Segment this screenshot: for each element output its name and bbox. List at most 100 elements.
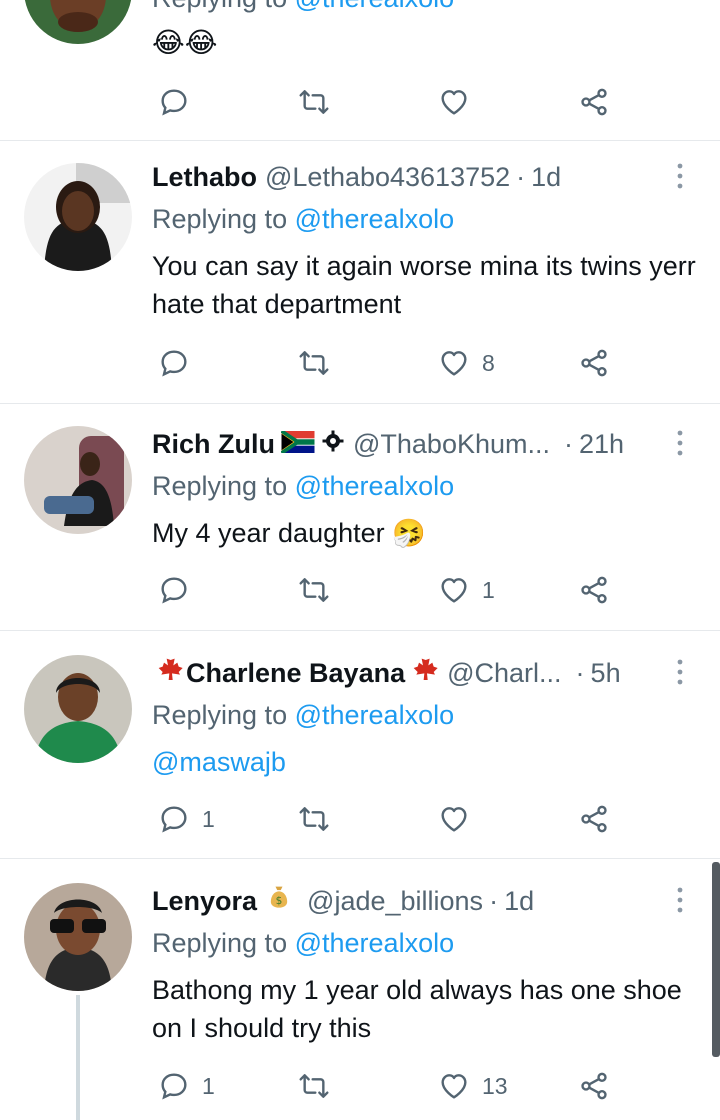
reply-button[interactable] bbox=[158, 82, 190, 122]
tweet-actions: 1 13 bbox=[152, 1066, 622, 1106]
avatar[interactable] bbox=[24, 655, 132, 763]
share-button[interactable] bbox=[578, 1066, 610, 1106]
retweet-icon bbox=[299, 807, 329, 831]
share-icon bbox=[581, 1072, 607, 1100]
like-button[interactable] bbox=[438, 82, 470, 122]
share-button[interactable] bbox=[578, 570, 610, 610]
display-name[interactable]: Lenyora bbox=[152, 881, 257, 921]
heart-icon bbox=[441, 1074, 467, 1099]
tweet-actions bbox=[152, 82, 622, 122]
tweet-text-mention[interactable]: @maswajb bbox=[152, 743, 696, 781]
user-handle[interactable]: @ThaboKhum... bbox=[353, 424, 550, 464]
user-handle[interactable]: @jade_billions bbox=[307, 881, 483, 921]
user-handle[interactable]: @Lethabo43613752 bbox=[265, 157, 510, 197]
tweet-header: Charlene Bayana @Charl... · 5h bbox=[152, 653, 660, 693]
scrollbar-thumb[interactable] bbox=[712, 862, 720, 1057]
avatar[interactable] bbox=[24, 0, 132, 44]
share-icon bbox=[581, 88, 607, 116]
like-button[interactable]: 13 bbox=[438, 1066, 508, 1106]
share-icon bbox=[581, 805, 607, 833]
reply-icon bbox=[161, 806, 187, 833]
user-handle[interactable]: @Charl... bbox=[447, 653, 561, 693]
reply-context: Replying to @therealxolo bbox=[152, 0, 454, 18]
more-vertical-icon bbox=[677, 163, 683, 189]
more-options-button[interactable] bbox=[674, 428, 686, 458]
retweet-icon bbox=[299, 90, 329, 114]
replying-to-label: Replying to bbox=[152, 0, 287, 13]
gear-icon bbox=[321, 424, 345, 464]
mention-link[interactable]: @therealxolo bbox=[295, 0, 455, 13]
avatar[interactable] bbox=[24, 883, 132, 991]
reply-count: 1 bbox=[202, 805, 215, 832]
retweet-button[interactable] bbox=[298, 799, 330, 839]
separator-dot: · bbox=[489, 886, 499, 916]
tweet-item[interactable]: Lethabo @Lethabo43613752 · 1d Replying t… bbox=[0, 141, 720, 404]
tweet-header: Lenyora $ @jade_billions · 1d bbox=[152, 881, 660, 921]
tweet-item[interactable]: Replying to @therealxolo 😂😂 bbox=[0, 0, 720, 141]
reply-button[interactable]: 1 bbox=[158, 1066, 215, 1106]
reply-icon bbox=[161, 89, 187, 116]
tweet-header: Rich Zulu @ThaboKhum... · 21h bbox=[152, 424, 660, 464]
display-name[interactable]: Lethabo bbox=[152, 157, 257, 197]
retweet-button[interactable] bbox=[298, 570, 330, 610]
mention-link[interactable]: @therealxolo bbox=[295, 928, 455, 958]
maple-leaf-icon bbox=[407, 653, 439, 693]
reply-context: Replying to @therealxolo bbox=[152, 695, 454, 735]
heart-icon bbox=[441, 807, 467, 832]
tweet-actions: 8 bbox=[152, 343, 622, 383]
reply-button[interactable] bbox=[158, 343, 190, 383]
like-button[interactable]: 1 bbox=[438, 570, 495, 610]
retweet-icon bbox=[299, 1074, 329, 1098]
tweet-text: Bathong my 1 year old always has one sho… bbox=[152, 975, 682, 1043]
timestamp[interactable]: 1d bbox=[504, 881, 534, 921]
timestamp[interactable]: 1d bbox=[531, 157, 561, 197]
heart-icon bbox=[441, 351, 467, 376]
south-africa-flag-icon bbox=[280, 424, 315, 464]
like-count: 13 bbox=[482, 1072, 508, 1099]
avatar[interactable] bbox=[24, 163, 132, 271]
tweet-item[interactable]: Lenyora $ @jade_billions · 1d Replying t… bbox=[0, 859, 720, 1120]
timestamp[interactable]: 21h bbox=[579, 424, 624, 464]
tweet-text: You can say it again worse mina its twin… bbox=[152, 251, 696, 319]
mention-link[interactable]: @therealxolo bbox=[295, 700, 455, 730]
mention-link[interactable]: @therealxolo bbox=[295, 471, 455, 501]
display-name[interactable]: Rich Zulu bbox=[152, 424, 275, 464]
like-count: 1 bbox=[482, 576, 495, 603]
svg-text:$: $ bbox=[276, 895, 283, 907]
retweet-button[interactable] bbox=[298, 343, 330, 383]
tweet-item[interactable]: Charlene Bayana @Charl... · 5h Replying … bbox=[0, 631, 720, 859]
more-vertical-icon bbox=[677, 430, 683, 456]
more-options-button[interactable] bbox=[674, 885, 686, 915]
separator-dot: · bbox=[564, 429, 574, 459]
timestamp[interactable]: 5h bbox=[591, 653, 621, 693]
like-count: 8 bbox=[482, 349, 495, 376]
reply-context: Replying to @therealxolo bbox=[152, 466, 454, 506]
heart-icon bbox=[441, 578, 467, 603]
share-button[interactable] bbox=[578, 343, 610, 383]
more-vertical-icon bbox=[677, 659, 683, 685]
reply-icon bbox=[161, 350, 187, 377]
retweet-button[interactable] bbox=[298, 82, 330, 122]
reply-context: Replying to @therealxolo bbox=[152, 199, 454, 239]
share-button[interactable] bbox=[578, 82, 610, 122]
retweet-button[interactable] bbox=[298, 1066, 330, 1106]
display-name[interactable]: Charlene Bayana bbox=[186, 653, 405, 693]
more-options-button[interactable] bbox=[674, 161, 686, 191]
replying-to-label: Replying to bbox=[152, 928, 288, 958]
share-icon bbox=[581, 576, 607, 604]
more-options-button[interactable] bbox=[674, 657, 686, 687]
like-button[interactable] bbox=[438, 799, 470, 839]
more-vertical-icon bbox=[677, 887, 683, 913]
thread-connector bbox=[76, 995, 80, 1120]
mention-link[interactable]: @therealxolo bbox=[295, 204, 455, 234]
reply-button[interactable]: 1 bbox=[158, 799, 215, 839]
like-button[interactable]: 8 bbox=[438, 343, 495, 383]
share-button[interactable] bbox=[578, 799, 610, 839]
avatar[interactable] bbox=[24, 426, 132, 534]
share-icon bbox=[581, 349, 607, 377]
reply-button[interactable] bbox=[158, 570, 190, 610]
tweet-item[interactable]: Rich Zulu @ThaboKhum... · 21h Replying t… bbox=[0, 404, 720, 631]
tweet-header: Lethabo @Lethabo43613752 · 1d bbox=[152, 157, 660, 197]
tweet-text: 😂😂 bbox=[152, 27, 218, 58]
replying-to-label: Replying to bbox=[152, 471, 288, 501]
